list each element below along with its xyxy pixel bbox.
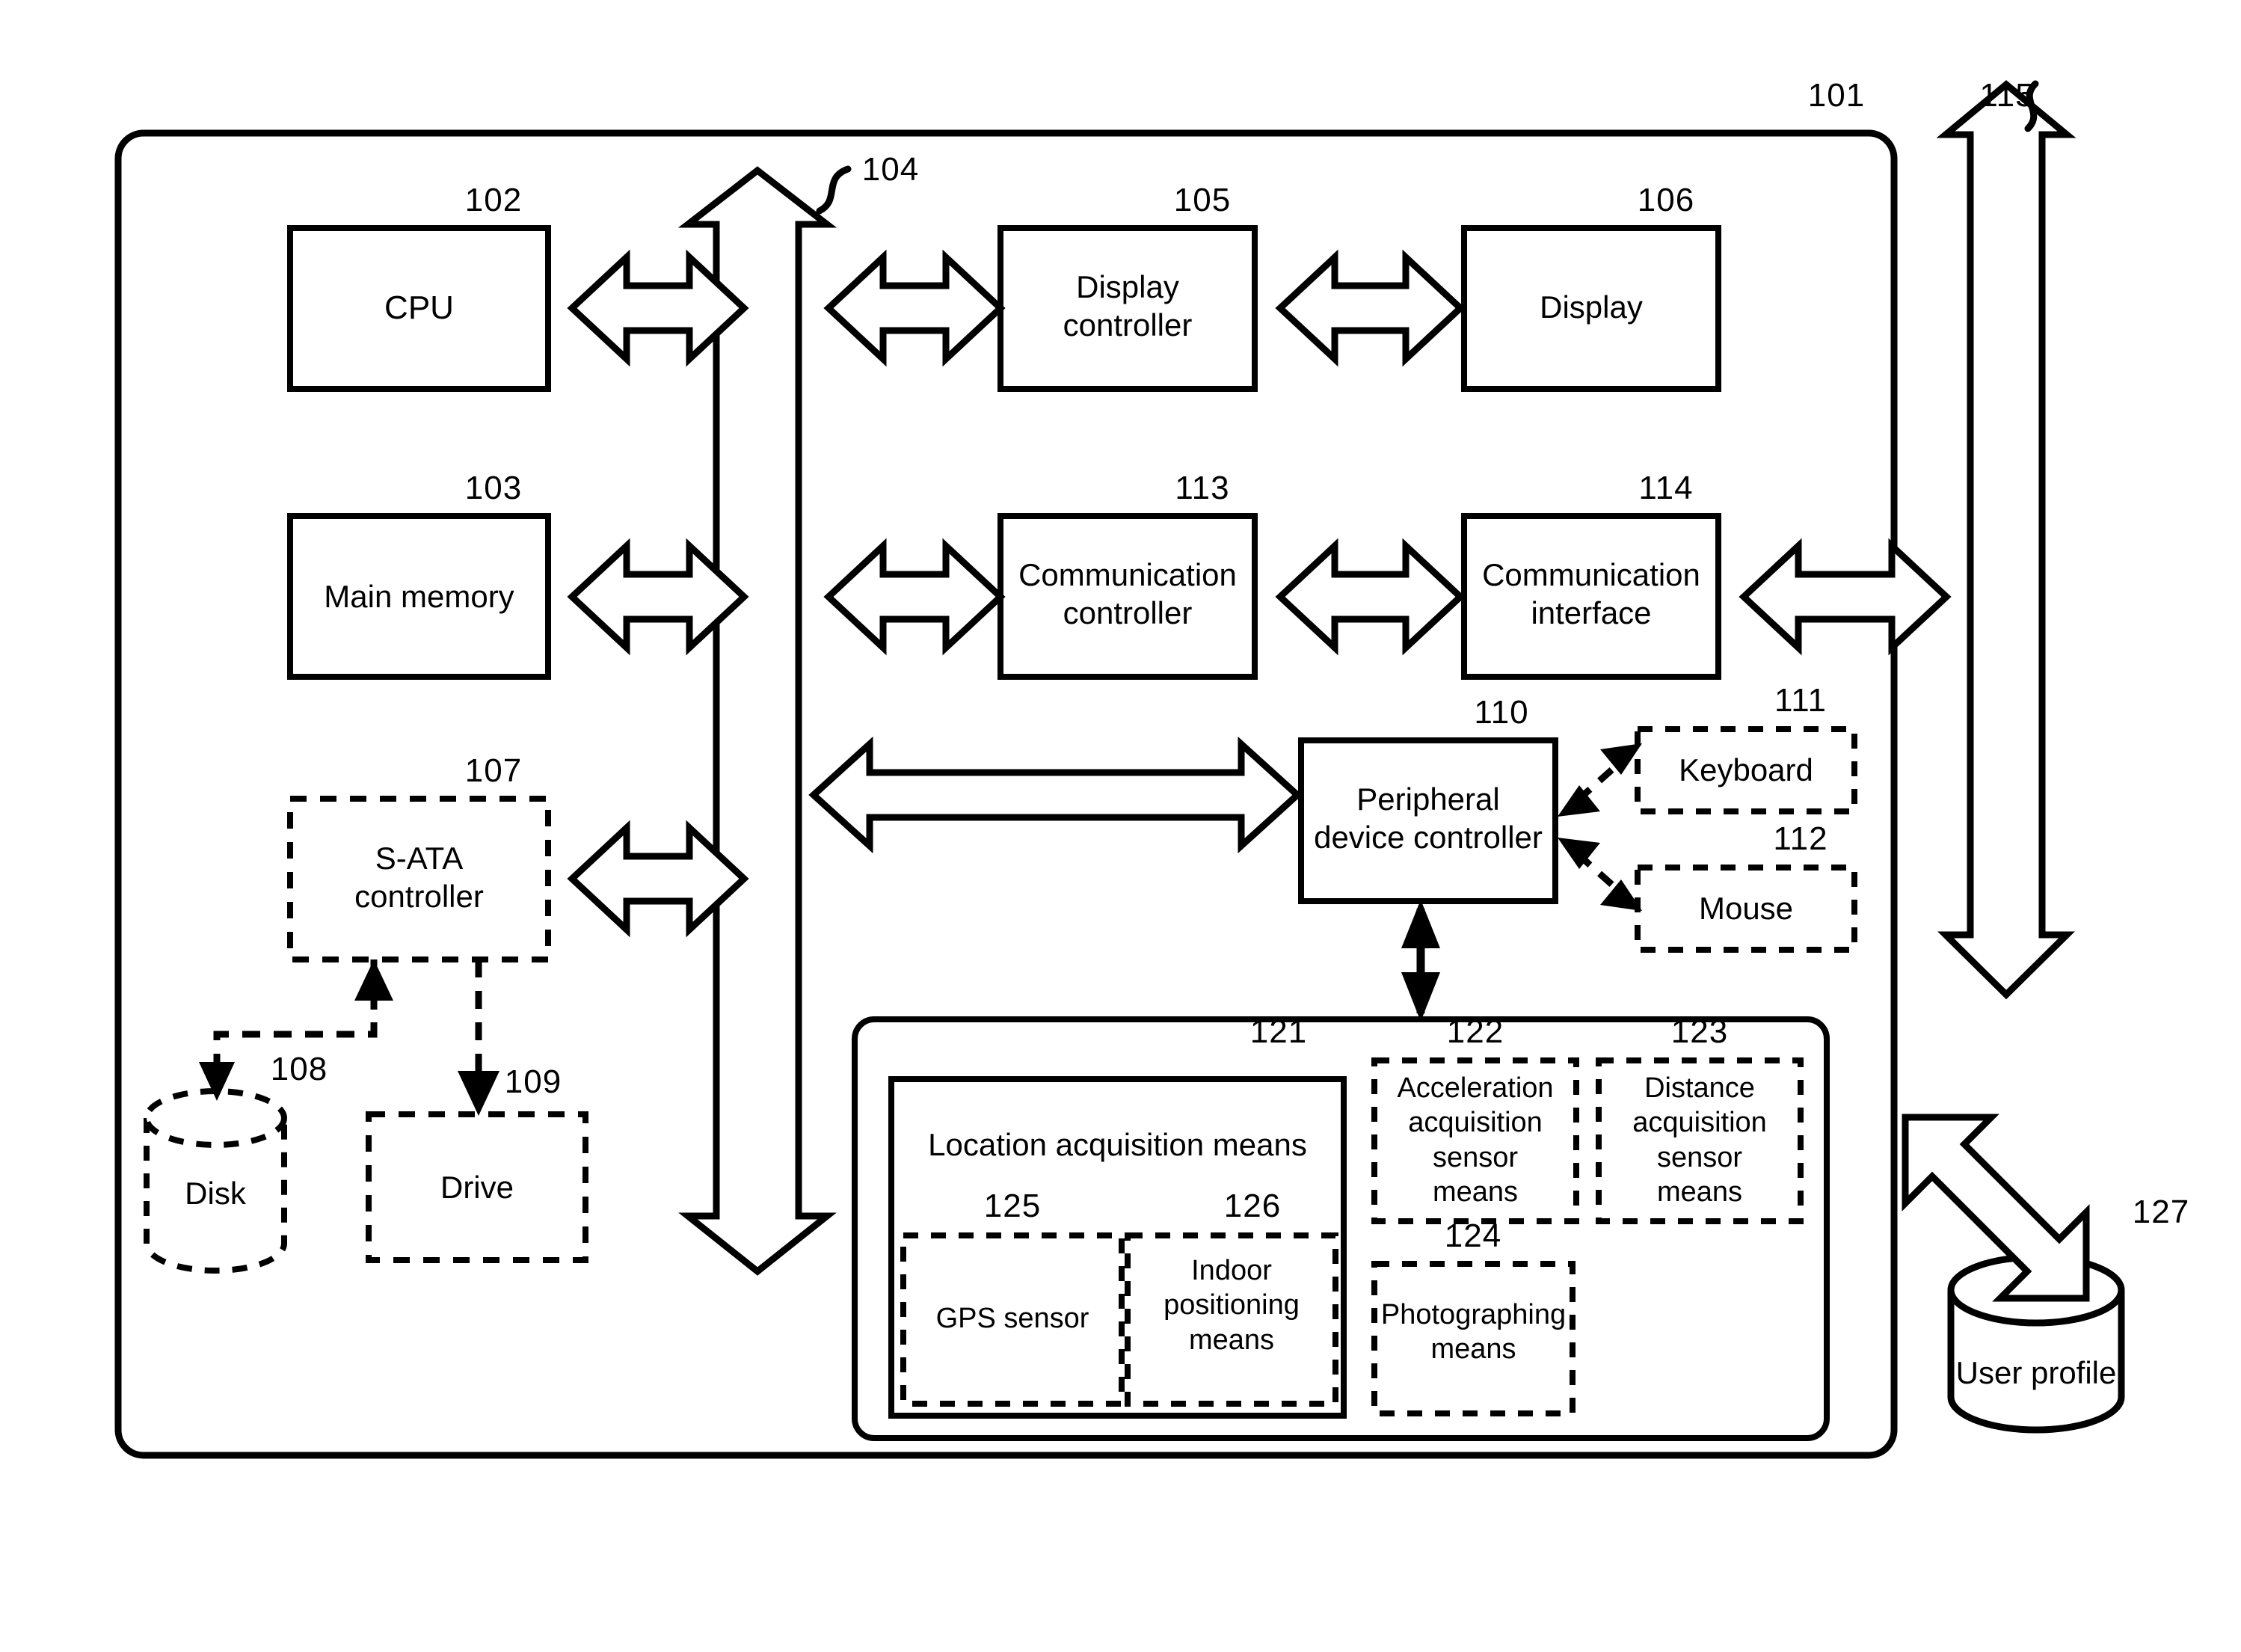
ref-104: 104 bbox=[861, 151, 920, 188]
ref-109: 109 bbox=[504, 1063, 562, 1100]
indoor-positioning-box[interactable] bbox=[1125, 1232, 1338, 1407]
connector-peripheral-mouse bbox=[1558, 838, 1642, 911]
ref-127: 127 bbox=[2132, 1194, 2190, 1230]
drive-box[interactable] bbox=[366, 1111, 588, 1263]
comm-controller-box[interactable] bbox=[997, 513, 1258, 680]
distance-sensor-box[interactable] bbox=[1596, 1057, 1804, 1224]
arrow-comm-controller-interface bbox=[1275, 538, 1466, 656]
ref-123: 123 bbox=[1670, 1013, 1729, 1050]
connector-peripheral-sensors bbox=[1401, 900, 1440, 1022]
ref-114: 114 bbox=[1638, 470, 1694, 506]
ref-102: 102 bbox=[464, 182, 523, 218]
ref-106: 106 bbox=[1637, 182, 1695, 218]
ref-124: 124 bbox=[1444, 1217, 1502, 1254]
arrow-bus-peripheral-controller bbox=[808, 736, 1303, 854]
peripheral-controller-box[interactable] bbox=[1298, 737, 1558, 904]
arrow-comm-interface-network bbox=[1739, 538, 1952, 656]
ref-113: 113 bbox=[1175, 470, 1230, 506]
disk-cylinder[interactable] bbox=[144, 1088, 287, 1274]
arrow-display-controller-display bbox=[1275, 249, 1466, 367]
connector-disk-sata bbox=[354, 959, 393, 1010]
network-arrow-115 bbox=[1936, 80, 2076, 1000]
ref-112: 112 bbox=[1773, 820, 1828, 857]
cpu-box[interactable] bbox=[287, 225, 551, 392]
sata-controller-box[interactable] bbox=[287, 796, 551, 962]
acceleration-sensor-box[interactable] bbox=[1371, 1057, 1579, 1224]
diagram-vector-layer bbox=[114, 80, 2125, 1459]
comm-interface-box[interactable] bbox=[1461, 513, 1721, 680]
display-controller-box[interactable] bbox=[997, 225, 1258, 392]
ref-111: 111 bbox=[1774, 682, 1827, 719]
mouse-box[interactable] bbox=[1635, 865, 1857, 953]
ref-121: 121 bbox=[1249, 1013, 1308, 1050]
ref-107: 107 bbox=[464, 752, 523, 789]
arrow-bus-comm-controller bbox=[823, 538, 1006, 656]
ref-108: 108 bbox=[270, 1051, 328, 1087]
leader-104 bbox=[816, 165, 852, 215]
ref-105: 105 bbox=[1173, 182, 1232, 218]
gps-sensor-box[interactable] bbox=[900, 1232, 1125, 1407]
ref-126: 126 bbox=[1223, 1188, 1282, 1224]
display-box[interactable] bbox=[1461, 225, 1721, 392]
arrow-bus-display-controller bbox=[823, 249, 1006, 367]
ref-110: 110 bbox=[1474, 694, 1529, 731]
ref-115: 115 bbox=[1979, 77, 2035, 114]
ref-103: 103 bbox=[464, 470, 523, 506]
ref-122: 122 bbox=[1446, 1013, 1504, 1050]
main-memory-box[interactable] bbox=[287, 513, 551, 680]
photographing-means-box[interactable] bbox=[1371, 1261, 1576, 1416]
connector-peripheral-keyboard bbox=[1558, 743, 1642, 817]
ref-125: 125 bbox=[983, 1188, 1042, 1224]
keyboard-box[interactable] bbox=[1635, 726, 1857, 814]
ref-101: 101 bbox=[1807, 77, 1866, 114]
figure-canvas: 101 115 104 102 105 106 103 113 114 110 … bbox=[0, 0, 2241, 1652]
